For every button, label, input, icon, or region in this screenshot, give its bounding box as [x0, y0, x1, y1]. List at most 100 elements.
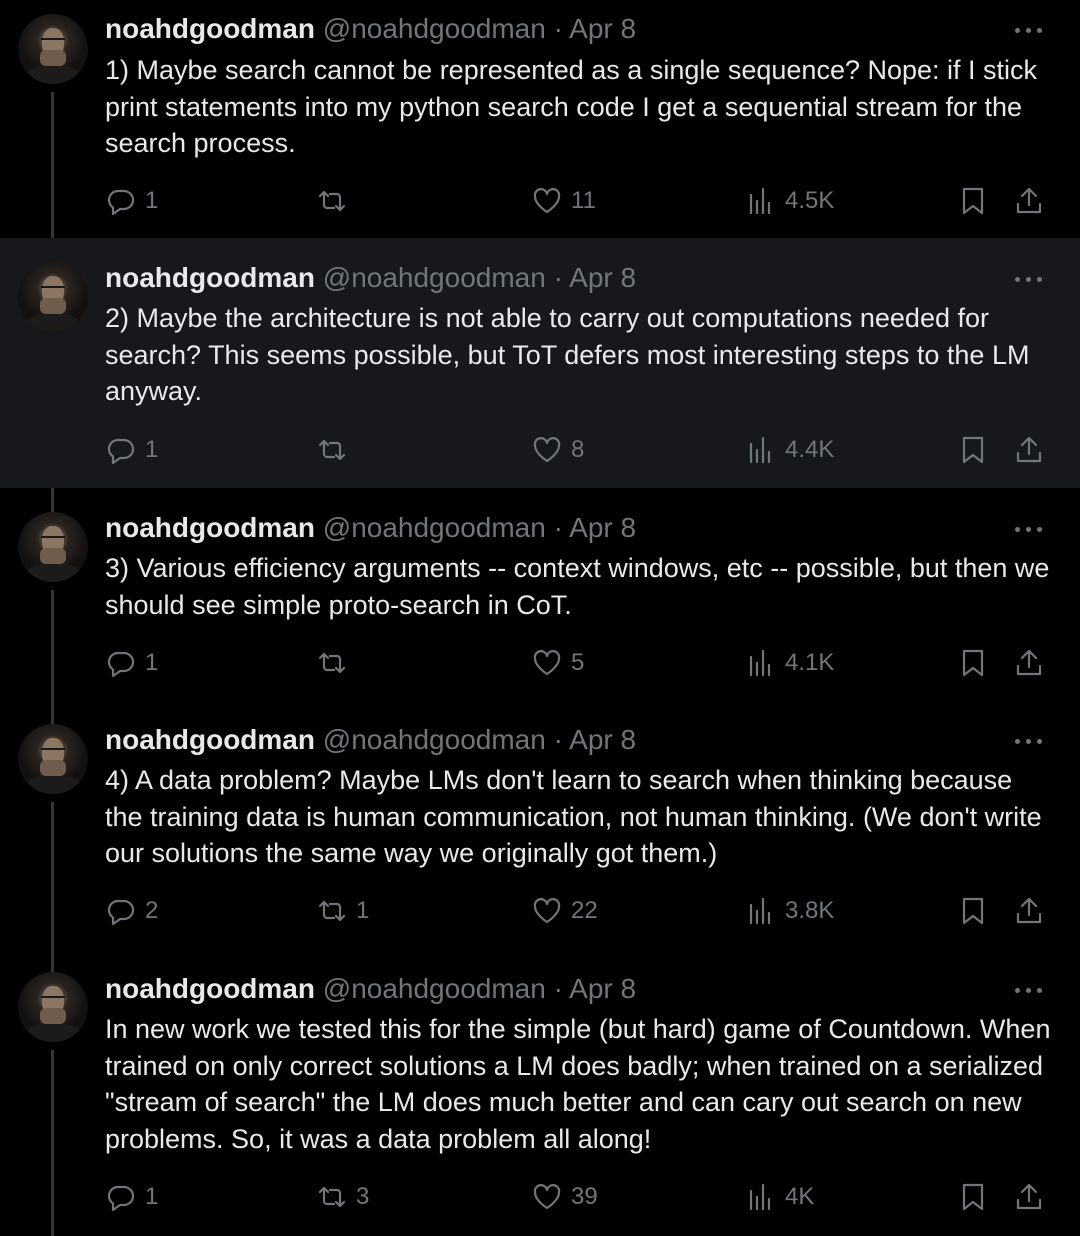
- views-icon: [749, 649, 771, 677]
- author-handle-date[interactable]: @noahdgoodman · Apr 8: [323, 262, 636, 293]
- reply-count: 2: [145, 897, 159, 924]
- tweet-header: noahdgoodman @noahdgoodman · Apr 8: [105, 13, 636, 45]
- share-icon: [1016, 436, 1042, 463]
- tweet-actions: 1 11 4.5K: [0, 181, 1080, 221]
- author-handle-date[interactable]: @noahdgoodman · Apr 8: [323, 724, 636, 755]
- retweet-button[interactable]: 3: [316, 1177, 369, 1217]
- reply-icon: [107, 189, 135, 216]
- like-button[interactable]: 39: [531, 1177, 598, 1217]
- avatar[interactable]: [18, 512, 88, 582]
- view-count: 3.8K: [785, 897, 835, 924]
- bookmark-button[interactable]: [957, 1177, 989, 1217]
- retweet-button[interactable]: [316, 181, 356, 221]
- views-button[interactable]: 4.4K: [745, 430, 834, 470]
- more-icon[interactable]: [1012, 731, 1046, 751]
- bookmark-icon: [962, 1183, 984, 1211]
- tweet-1[interactable]: noahdgoodman @noahdgoodman · Apr 8 1) Ma…: [0, 0, 1080, 238]
- reply-count: 1: [145, 187, 159, 214]
- tweet-4[interactable]: noahdgoodman @noahdgoodman · Apr 8 4) A …: [0, 700, 1080, 950]
- like-button[interactable]: 22: [531, 891, 598, 931]
- like-button[interactable]: 11: [531, 181, 596, 221]
- share-button[interactable]: [1013, 181, 1045, 221]
- avatar[interactable]: [18, 14, 88, 84]
- share-icon: [1016, 649, 1042, 676]
- heart-icon: [533, 1184, 561, 1210]
- share-button[interactable]: [1013, 1177, 1045, 1217]
- share-button[interactable]: [1013, 891, 1045, 931]
- tweet-text: 4) A data problem? Maybe LMs don't learn…: [105, 765, 1042, 868]
- views-button[interactable]: 4.5K: [745, 181, 834, 221]
- retweet-icon: [318, 190, 346, 212]
- tweet-text: 2) Maybe the architecture is not able to…: [105, 303, 1030, 406]
- like-count: 11: [571, 187, 596, 214]
- author-name[interactable]: noahdgoodman: [105, 262, 315, 293]
- retweet-icon: [318, 652, 346, 674]
- tweet-2[interactable]: noahdgoodman @noahdgoodman · Apr 8 2) Ma…: [0, 238, 1080, 488]
- more-icon[interactable]: [1012, 980, 1046, 1000]
- view-count: 4.1K: [785, 649, 835, 676]
- tweet-header: noahdgoodman @noahdgoodman · Apr 8: [105, 512, 636, 544]
- author-handle-date[interactable]: @noahdgoodman · Apr 8: [323, 13, 636, 44]
- retweet-button[interactable]: 1: [316, 891, 369, 931]
- views-button[interactable]: 3.8K: [745, 891, 834, 931]
- bookmark-button[interactable]: [957, 181, 989, 221]
- tweet-actions: 1 3 39 4K: [0, 1177, 1080, 1217]
- share-button[interactable]: [1013, 643, 1045, 683]
- like-count: 22: [571, 897, 598, 924]
- thread: noahdgoodman @noahdgoodman · Apr 8 1) Ma…: [0, 0, 1080, 1236]
- reply-button[interactable]: 2: [105, 891, 158, 931]
- tweet-text: In new work we tested this for the simpl…: [105, 1014, 1051, 1154]
- tweet-5[interactable]: noahdgoodman @noahdgoodman · Apr 8 In ne…: [0, 950, 1080, 1236]
- heart-icon: [533, 188, 561, 214]
- views-icon: [749, 1183, 771, 1211]
- reply-count: 1: [145, 1183, 159, 1210]
- reply-count: 1: [145, 649, 159, 676]
- tweet-text: 1) Maybe search cannot be represented as…: [105, 55, 1038, 158]
- tweet-3[interactable]: noahdgoodman @noahdgoodman · Apr 8 3) Va…: [0, 488, 1080, 700]
- view-count: 4.5K: [785, 187, 835, 214]
- tweet-actions: 1 8 4.4K: [0, 430, 1080, 470]
- author-handle-date[interactable]: @noahdgoodman · Apr 8: [323, 973, 636, 1004]
- retweet-count: 1: [356, 897, 370, 924]
- views-button[interactable]: 4.1K: [745, 643, 834, 683]
- bookmark-button[interactable]: [957, 643, 989, 683]
- like-button[interactable]: 8: [531, 430, 584, 470]
- bookmark-button[interactable]: [957, 430, 989, 470]
- retweet-button[interactable]: [316, 643, 356, 683]
- avatar[interactable]: [18, 262, 88, 332]
- author-name[interactable]: noahdgoodman: [105, 973, 315, 1004]
- more-icon[interactable]: [1012, 20, 1046, 40]
- author-name[interactable]: noahdgoodman: [105, 512, 315, 543]
- share-icon: [1016, 897, 1042, 924]
- reply-count: 1: [145, 436, 159, 463]
- retweet-button[interactable]: [316, 430, 356, 470]
- share-button[interactable]: [1013, 430, 1045, 470]
- share-icon: [1016, 187, 1042, 214]
- more-icon[interactable]: [1012, 269, 1046, 289]
- reply-button[interactable]: 1: [105, 430, 158, 470]
- reply-button[interactable]: 1: [105, 643, 158, 683]
- like-button[interactable]: 5: [531, 643, 584, 683]
- avatar[interactable]: [18, 972, 88, 1042]
- heart-icon: [533, 437, 561, 463]
- author-name[interactable]: noahdgoodman: [105, 13, 315, 44]
- more-icon[interactable]: [1012, 519, 1046, 539]
- views-button[interactable]: 4K: [745, 1177, 814, 1217]
- author-handle-date[interactable]: @noahdgoodman · Apr 8: [323, 512, 636, 543]
- retweet-icon: [318, 1186, 346, 1208]
- tweet-header: noahdgoodman @noahdgoodman · Apr 8: [105, 973, 636, 1005]
- tweet-header: noahdgoodman @noahdgoodman · Apr 8: [105, 262, 636, 294]
- tweet-header: noahdgoodman @noahdgoodman · Apr 8: [105, 724, 636, 756]
- bookmark-button[interactable]: [957, 891, 989, 931]
- bookmark-icon: [962, 897, 984, 925]
- tweet-actions: 2 1 22 3.8K: [0, 891, 1080, 931]
- retweet-icon: [318, 900, 346, 922]
- avatar[interactable]: [18, 724, 88, 794]
- reply-button[interactable]: 1: [105, 181, 158, 221]
- author-name[interactable]: noahdgoodman: [105, 724, 315, 755]
- reply-button[interactable]: 1: [105, 1177, 158, 1217]
- reply-icon: [107, 438, 135, 465]
- reply-icon: [107, 1185, 135, 1212]
- tweet-text: 3) Various efficiency arguments -- conte…: [105, 553, 1050, 620]
- views-icon: [749, 436, 771, 464]
